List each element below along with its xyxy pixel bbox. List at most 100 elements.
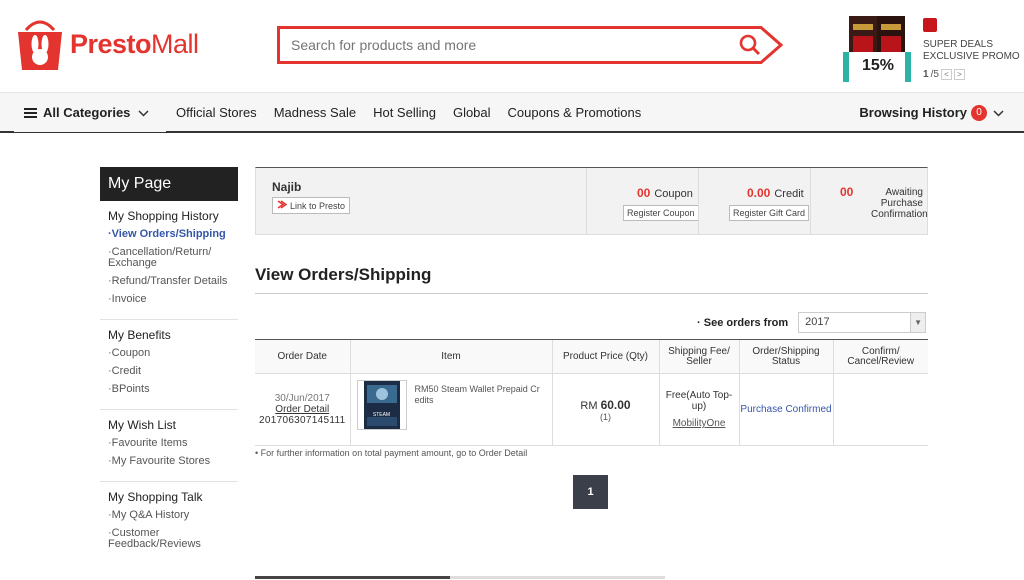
nav-hot-selling[interactable]: Hot Selling bbox=[373, 105, 436, 120]
nav-madness-sale[interactable]: Madness Sale bbox=[274, 105, 356, 120]
item-cell: STEAM RM50 Steam Wallet Prepaid Cr edits bbox=[349, 373, 552, 446]
page-title: View Orders/Shipping bbox=[255, 265, 432, 284]
order-date: 30/Jun/2017 bbox=[274, 393, 330, 404]
nav-coupons-promotions[interactable]: Coupons & Promotions bbox=[508, 105, 642, 120]
sidebar-item-favourite-items[interactable]: ·Favourite Items bbox=[108, 438, 230, 449]
chevron-down-icon bbox=[138, 105, 149, 120]
col-status: Order/Shipping Status bbox=[738, 339, 833, 374]
confirm-cancel-cell bbox=[832, 373, 928, 446]
credit-value: 0.00 bbox=[747, 186, 771, 200]
sidebar-item-qa-history[interactable]: ·My Q&A History bbox=[108, 510, 230, 521]
orders-table: Order Date Item Product Price (Qty) Ship… bbox=[255, 339, 928, 446]
order-detail-link[interactable]: Order Detail bbox=[275, 404, 329, 415]
chevron-down-icon bbox=[993, 105, 1004, 120]
promo-line1: SUPER DEALS bbox=[923, 39, 994, 50]
history-count-badge: 0 bbox=[971, 104, 987, 121]
sidebar-item-view-orders[interactable]: ·View Orders/Shipping bbox=[108, 229, 230, 240]
browsing-history-label: Browsing History bbox=[859, 105, 967, 120]
product-qty: (1) bbox=[600, 411, 611, 422]
coupon-label: Coupon bbox=[654, 188, 693, 200]
user-name: Najib bbox=[272, 180, 302, 194]
sidebar-item-refund[interactable]: ·Refund/Transfer Details bbox=[108, 276, 230, 287]
sidebar-item-credit[interactable]: ·Credit bbox=[108, 366, 230, 377]
sidebar-section-shopping-history: My Shopping History ·View Orders/Shippin… bbox=[100, 201, 238, 320]
sidebar-item-favourite-stores[interactable]: ·My Favourite Stores bbox=[108, 456, 230, 467]
nav-global[interactable]: Global bbox=[453, 105, 491, 120]
payment-info-note: • For further information on total payme… bbox=[255, 448, 528, 458]
sidebar-section-title: My Benefits bbox=[108, 328, 171, 342]
title-divider bbox=[255, 293, 928, 294]
promo-brand-icon bbox=[923, 18, 937, 32]
bottom-tab-bar bbox=[255, 576, 665, 579]
user-info: Najib Link to Presto bbox=[272, 180, 351, 214]
product-price: RM 60.00 bbox=[580, 397, 631, 412]
promo-prev-button[interactable]: < bbox=[940, 69, 952, 80]
order-status: Purchase Confirmed bbox=[740, 404, 832, 415]
nav-links: Official Stores Madness Sale Hot Selling… bbox=[176, 93, 658, 132]
credit-label: Credit bbox=[774, 188, 804, 200]
sidebar-item-cancellation[interactable]: ·Cancellation/Return/ Exchange bbox=[108, 247, 230, 269]
sidebar-section-benefits: My Benefits ·Coupon ·Credit ·BPoints bbox=[100, 320, 238, 410]
hamburger-icon bbox=[24, 106, 37, 120]
year-select[interactable]: 2017 ▼ bbox=[798, 312, 927, 333]
brand-logo[interactable]: PrestoMall bbox=[14, 16, 199, 72]
sidebar-section-wish-list: My Wish List ·Favourite Items ·My Favour… bbox=[100, 410, 238, 482]
table-row: 30/Jun/2017 Order Detail 201706307145111 bbox=[255, 373, 928, 446]
promo-banner[interactable]: 15% SUPER DEALS EXCLUSIVE PROMO 1/5 < > bbox=[843, 16, 1023, 86]
awaiting-confirmation-summary: 00 Awaiting Purchase Confirmation bbox=[810, 168, 928, 234]
status-cell: Purchase Confirmed bbox=[738, 373, 833, 446]
awaiting-count: 00 bbox=[840, 185, 854, 199]
promo-pager: 1/5 < > bbox=[923, 69, 965, 80]
bunny-bag-icon bbox=[14, 16, 66, 72]
sidebar-item-bpoints[interactable]: ·BPoints bbox=[108, 384, 230, 395]
col-confirm-cancel: Confirm/ Cancel/Review bbox=[832, 339, 928, 374]
link-to-presto-label: Link to Presto bbox=[290, 200, 346, 211]
sidebar-section-title: My Shopping Talk bbox=[108, 490, 203, 504]
sidebar-section-shopping-talk: My Shopping Talk ·My Q&A History ·Custom… bbox=[100, 482, 238, 564]
all-categories-menu[interactable]: All Categories bbox=[14, 93, 166, 132]
col-product-price: Product Price (Qty) bbox=[551, 339, 659, 374]
bottom-tab-active bbox=[255, 576, 450, 579]
item-thumbnail[interactable]: STEAM bbox=[356, 380, 407, 430]
my-page-sidebar: My Page My Shopping History ·View Orders… bbox=[100, 167, 238, 580]
order-year-filter: · See orders from 2017 ▼ bbox=[697, 312, 927, 333]
search-input[interactable] bbox=[291, 32, 721, 58]
link-to-presto-button[interactable]: Link to Presto bbox=[272, 197, 351, 214]
register-gift-card-button[interactable]: Register Gift Card bbox=[729, 205, 810, 221]
sidebar-item-customer-feedback[interactable]: ·Customer Feedback/Reviews bbox=[108, 528, 230, 550]
site-header: PrestoMall 15% SUPER DEALS bbox=[0, 0, 1024, 92]
promo-text: SUPER DEALS EXCLUSIVE PROMO bbox=[923, 39, 1020, 63]
account-summary: Najib Link to Presto 00 Coupon Register C… bbox=[255, 167, 928, 235]
table-header-row: Order Date Item Product Price (Qty) Ship… bbox=[255, 339, 928, 374]
chevron-down-icon: ▼ bbox=[910, 313, 926, 332]
pagination-page-1[interactable]: 1 bbox=[573, 475, 608, 509]
col-item: Item bbox=[349, 339, 552, 374]
awaiting-label: Awaiting Purchase Confirmation bbox=[871, 187, 928, 220]
main-nav: All Categories Official Stores Madness S… bbox=[0, 92, 1024, 133]
col-order-date: Order Date bbox=[255, 339, 350, 374]
promo-next-button[interactable]: > bbox=[953, 69, 965, 80]
order-number: 201706307145111 bbox=[259, 415, 346, 426]
promo-line2: EXCLUSIVE PROMO bbox=[923, 51, 1020, 62]
promo-discount: 15% bbox=[862, 57, 895, 74]
nav-official-stores[interactable]: Official Stores bbox=[176, 105, 257, 120]
seller-link[interactable]: MobilityOne bbox=[660, 418, 739, 429]
order-date-cell: 30/Jun/2017 Order Detail 201706307145111 bbox=[255, 373, 350, 446]
sidebar-item-coupon[interactable]: ·Coupon bbox=[108, 348, 230, 359]
item-name-link[interactable]: RM50 Steam Wallet Prepaid Cr edits bbox=[415, 384, 546, 406]
promo-image[interactable]: 15% bbox=[843, 16, 911, 82]
all-categories-label: All Categories bbox=[43, 105, 131, 120]
register-coupon-button[interactable]: Register Coupon bbox=[623, 205, 699, 221]
thumb-label: STEAM bbox=[372, 412, 391, 418]
main-content: Najib Link to Presto 00 Coupon Register C… bbox=[255, 167, 928, 579]
price-cell: RM 60.00 (1) bbox=[551, 373, 659, 446]
browsing-history-menu[interactable]: Browsing History 0 bbox=[859, 93, 1004, 132]
coupon-count: 00 bbox=[637, 186, 651, 200]
filter-label: · See orders from bbox=[697, 316, 789, 329]
col-shipping-fee: Shipping Fee/ Seller bbox=[658, 339, 739, 374]
credit-summary: 0.00 Credit Register Gift Card bbox=[698, 168, 810, 234]
search-icon[interactable] bbox=[739, 34, 761, 61]
sidebar-item-invoice[interactable]: ·Invoice bbox=[108, 294, 230, 305]
promo-pager-total: /5 bbox=[930, 69, 939, 80]
presto-link-icon bbox=[277, 200, 288, 211]
